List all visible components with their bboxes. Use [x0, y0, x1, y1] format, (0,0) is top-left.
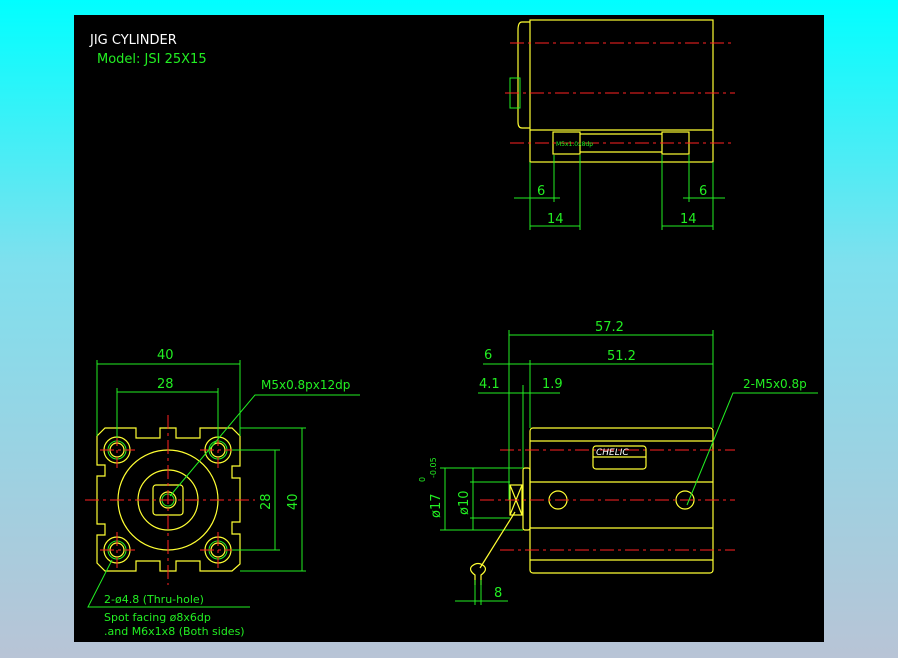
port-leader-label: 2-M5x0.8p: [743, 377, 807, 391]
dim-top-right-6: 6: [699, 184, 707, 199]
drawing-title: JIG CYLINDER: [89, 33, 177, 48]
dim-diameter-17: ø17: [429, 494, 444, 519]
cad-drawing-canvas: JIG CYLINDER Model: JSI 25X15 M5x1.0x8dp…: [74, 15, 824, 642]
dim-57-2: 57.2: [595, 320, 624, 335]
tolerance-upper: 0: [418, 477, 427, 482]
top-view: M5x1.0x8dp 6 14 6 14: [505, 19, 735, 230]
hole-note-line2: Spot facing ø8x6dp: [104, 611, 211, 624]
thread-leader-label: M5x0.8px12dp: [261, 378, 350, 392]
dim-front-width-40: 40: [157, 348, 174, 363]
dim-6: 6: [484, 348, 492, 363]
front-view: 40 28 28 40 M5x0.8px12dp 2-ø4.8 (Thru-ho…: [85, 348, 360, 638]
dim-4-1: 4.1: [479, 377, 500, 392]
dim-top-right-14: 14: [680, 212, 697, 227]
dim-front-width-28: 28: [157, 377, 174, 392]
dim-top-left-14: 14: [547, 212, 564, 227]
hole-note-line3: .and M6x1x8 (Both sides): [104, 625, 245, 638]
tolerance-lower: -0.05: [429, 457, 438, 478]
dim-front-height-28: 28: [259, 493, 274, 510]
brand-label: CHELIC: [596, 448, 629, 458]
dim-1-9: 1.9: [542, 377, 563, 392]
side-view: CHELIC 57.2 51.2 6 4.1 1.9 ø17 0 -0.05 ø…: [418, 320, 818, 605]
dim-front-height-40: 40: [286, 493, 301, 510]
model-label: Model: JSI 25X15: [97, 52, 207, 67]
dim-diameter-10: ø10: [457, 491, 472, 516]
dim-top-left-6: 6: [537, 184, 545, 199]
dim-51-2: 51.2: [607, 349, 636, 364]
thread-label: M5x1.0x8dp: [556, 141, 593, 148]
hole-note-line1: 2-ø4.8 (Thru-hole): [104, 593, 204, 606]
dim-8: 8: [494, 586, 502, 601]
cad-drawing: JIG CYLINDER Model: JSI 25X15 M5x1.0x8dp…: [85, 19, 818, 638]
